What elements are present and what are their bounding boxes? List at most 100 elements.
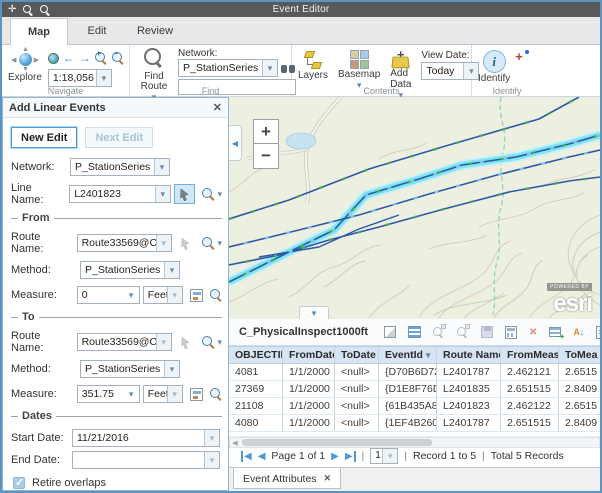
show-selected-rows-icon[interactable]	[408, 325, 421, 340]
to-method-dropdown[interactable]	[164, 361, 179, 377]
sort-records-icon[interactable]: A	[573, 325, 584, 340]
delete-records-icon[interactable]	[529, 325, 537, 340]
new-edit-button[interactable]: New Edit	[11, 127, 77, 148]
column-header-frommeasure[interactable]: FromMeasure	[501, 347, 559, 363]
page-number-dropdown[interactable]	[382, 449, 397, 463]
from-route-zoom-icon[interactable]	[202, 237, 215, 250]
previous-extent-icon[interactable]: ←	[63, 52, 75, 64]
start-date-dropdown[interactable]	[204, 430, 219, 446]
to-route-dropdown[interactable]	[156, 334, 171, 350]
full-extent-icon[interactable]	[48, 53, 59, 64]
table-row[interactable]: 40811/1/2000<null>{D70B6D72-3L24017872.4…	[229, 364, 600, 381]
column-header-todate[interactable]: ToDate	[335, 347, 379, 363]
column-header-tomeasure[interactable]: ToMea	[559, 347, 600, 363]
next-edit-button[interactable]: Next Edit	[85, 127, 153, 148]
end-date-combo[interactable]	[72, 451, 220, 469]
line-name-combo[interactable]: L2401823	[69, 185, 171, 203]
ribbon-zoom-out-icon[interactable]: −	[112, 52, 125, 65]
pan-icon[interactable]: ✛	[8, 5, 16, 15]
to-route-zoom-icon[interactable]	[202, 336, 215, 349]
line-name-dropdown[interactable]	[155, 186, 170, 202]
from-route-combo[interactable]: Route33569@Cente	[77, 234, 172, 252]
panel-header: Add Linear Events ✕	[3, 98, 228, 118]
to-measure-combo[interactable]: 351.75	[77, 385, 140, 403]
map-canvas[interactable]: + − ◀ ▼ POWERED BY esri	[229, 97, 600, 319]
to-measure-picker-button[interactable]	[186, 384, 207, 404]
to-select-route-button[interactable]	[175, 332, 196, 352]
from-route-zoom-dropdown-icon[interactable]	[217, 237, 222, 249]
end-date-dropdown[interactable]	[204, 452, 219, 468]
network-label: Network:	[178, 48, 296, 59]
map-zoom-in-button[interactable]: +	[253, 119, 279, 144]
from-measure-picker-button[interactable]	[186, 285, 207, 305]
close-tab-icon[interactable]: ✕	[324, 473, 332, 484]
save-edits-icon[interactable]	[481, 325, 493, 340]
selection-options-icon[interactable]	[384, 325, 396, 340]
column-header-objectid[interactable]: OBJECTID	[229, 347, 283, 363]
next-extent-icon[interactable]: →	[79, 52, 91, 64]
line-zoom-dropdown-icon[interactable]	[217, 188, 222, 200]
identify-icon: i	[483, 50, 506, 73]
pan-to-selection-icon[interactable]	[457, 325, 469, 340]
scale-combo[interactable]: 1:18,056	[48, 69, 112, 87]
network-dropdown-button[interactable]	[262, 60, 277, 76]
from-measure-dropdown[interactable]	[124, 287, 139, 303]
retire-overlaps-checkbox[interactable]	[13, 477, 25, 489]
to-section-legend: To	[11, 311, 222, 323]
select-line-on-map-button[interactable]	[174, 184, 196, 204]
network-combo[interactable]: P_StationSeries	[70, 158, 170, 176]
to-unit-dropdown[interactable]	[167, 386, 182, 402]
panel-close-icon[interactable]: ✕	[213, 101, 222, 114]
first-page-button[interactable]: ◀	[241, 451, 252, 462]
tab-map[interactable]: Map	[10, 18, 68, 46]
line-zoom-icon[interactable]	[202, 188, 215, 201]
zoom-to-selection-icon[interactable]	[433, 325, 445, 340]
from-method-combo[interactable]: P_StationSeries	[80, 261, 180, 279]
collapse-table-button[interactable]: ▼	[299, 306, 329, 319]
identify-group-label: Identify	[472, 86, 542, 96]
from-measure-combo[interactable]: 0	[77, 286, 140, 304]
field-calculator-icon[interactable]	[505, 325, 517, 340]
export-records-icon[interactable]	[549, 325, 561, 340]
ribbon-zoom-in-icon[interactable]: +	[95, 52, 108, 65]
view-date-combo[interactable]: Today	[421, 62, 479, 80]
from-route-dropdown[interactable]	[156, 235, 171, 251]
column-header-routename[interactable]: Route Name	[437, 347, 501, 363]
collapse-panel-left-button[interactable]: ◀	[229, 125, 242, 161]
to-method-combo[interactable]: P_StationSeries	[80, 360, 180, 378]
previous-page-button[interactable]: ◀	[258, 451, 266, 462]
explore-button[interactable]: ▲▼◀▶ Explore	[8, 48, 42, 87]
ribbon-network-combo[interactable]: P_StationSeries	[178, 59, 278, 77]
table-row[interactable]: 273691/1/2000<null>{D1E8F76D-FL24018352.…	[229, 381, 600, 398]
column-header-eventid[interactable]: EventId	[379, 347, 437, 363]
tab-event-attributes[interactable]: Event Attributes ✕	[233, 468, 341, 489]
to-measure-dropdown[interactable]	[124, 386, 139, 402]
tab-review[interactable]: Review	[126, 18, 184, 45]
page-number-combo[interactable]: 1	[370, 448, 398, 464]
zoom-in-icon[interactable]	[23, 5, 33, 15]
to-unit-combo[interactable]: Feet	[143, 385, 183, 403]
next-page-button[interactable]: ▶	[331, 451, 339, 462]
identify-button[interactable]: i Identify	[478, 50, 510, 84]
from-unit-combo[interactable]: Feet	[143, 286, 183, 304]
column-header-fromdate[interactable]: FromDate	[283, 347, 335, 363]
from-unit-dropdown[interactable]	[167, 287, 182, 303]
from-measure-zoom-icon[interactable]	[210, 289, 222, 302]
to-route-combo[interactable]: Route33569@Cente	[77, 333, 172, 351]
table-row[interactable]: 211081/1/2000<null>{61B435A8-3L24018232.…	[229, 398, 600, 415]
from-method-dropdown[interactable]	[164, 262, 179, 278]
start-date-combo[interactable]: 11/21/2016	[72, 429, 220, 447]
zoom-out-icon[interactable]	[40, 5, 50, 15]
to-route-zoom-dropdown-icon[interactable]	[217, 336, 222, 348]
to-measure-zoom-icon[interactable]	[210, 388, 222, 401]
network-combo-dropdown[interactable]	[154, 159, 169, 175]
scale-dropdown-button[interactable]	[96, 70, 111, 86]
last-page-button[interactable]: ▶	[345, 451, 356, 462]
table-row[interactable]: 40801/1/2000<null>{1EF4B260-FL24017872.6…	[229, 415, 600, 432]
map-zoom-out-button[interactable]: −	[253, 144, 279, 169]
attribute-form-icon[interactable]	[596, 325, 602, 340]
from-select-route-button[interactable]	[175, 233, 196, 253]
tab-edit[interactable]: Edit	[68, 18, 126, 45]
identify-route-icon[interactable]: +	[515, 50, 529, 64]
retire-overlaps-row: Retire overlaps	[13, 477, 222, 489]
